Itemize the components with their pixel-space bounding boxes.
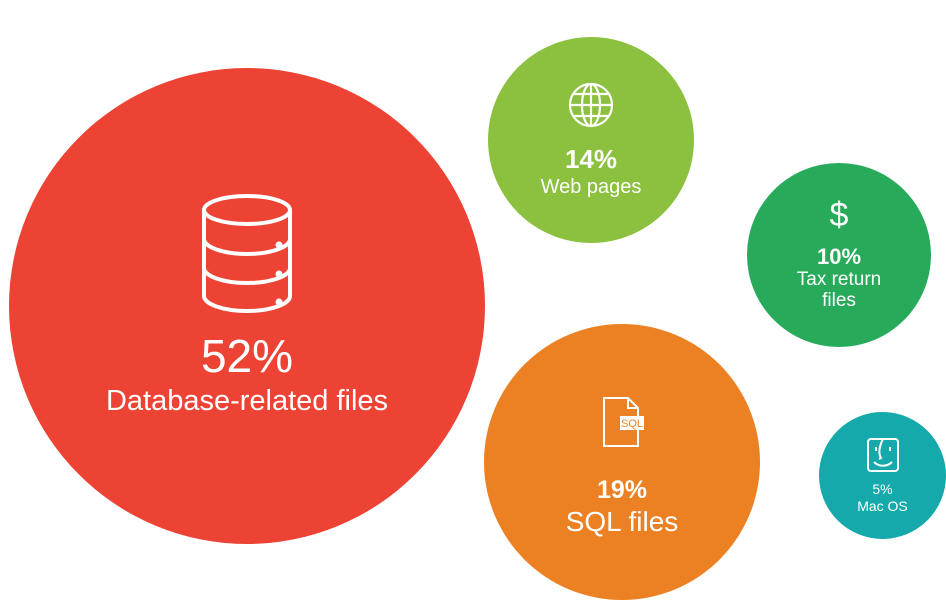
bubble-percent: 5% (872, 481, 893, 498)
mac-finder-icon (866, 437, 900, 473)
dollar-icon: $ (829, 196, 849, 235)
bubble-label-line-2: files (822, 289, 856, 311)
bubble-label: Mac OS (857, 497, 908, 514)
bubble-label-line-1: Tax return (796, 268, 882, 290)
sql-file-icon-text: SQL (621, 418, 643, 430)
bubble-percent: 52% (200, 330, 294, 382)
bubble-label: Web pages (540, 176, 642, 199)
bubble-percent: 19% (596, 475, 648, 504)
sql-file-icon: SQL (600, 396, 644, 448)
globe-icon (567, 81, 615, 129)
bubble-web-pages: 14% Web pages (488, 37, 694, 243)
bubble-mac-os: 5% Mac OS (819, 412, 946, 539)
bubble-percent: 14% (564, 143, 618, 174)
bubble-database-related-files: 52% Database-related files (9, 68, 485, 544)
bubble-percent: 10% (816, 244, 862, 270)
bubble-label: SQL files (565, 506, 679, 538)
bubble-tax-return-files: $ 10% Tax return files (747, 163, 931, 347)
bubble-label: Database-related files (105, 384, 389, 417)
database-icon (197, 192, 297, 316)
bubble-sql-files: SQL 19% SQL files (484, 324, 760, 600)
